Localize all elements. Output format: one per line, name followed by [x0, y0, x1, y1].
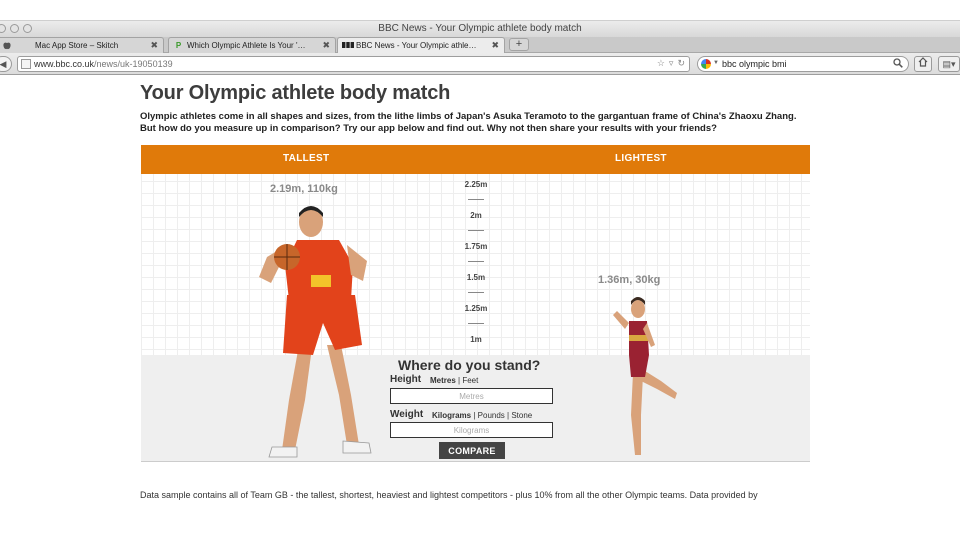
scale-tick-label: 2.25m — [464, 180, 488, 189]
lightest-label: LIGHTEST — [615, 153, 667, 164]
page-headline: Your Olympic athlete body match — [140, 82, 451, 104]
unit-kilograms[interactable]: Kilograms — [432, 411, 471, 420]
height-scale: 2.25m 2m 1.75m 1.5m 1.25m 1m — [451, 175, 501, 355]
home-button[interactable] — [914, 56, 932, 72]
weight-unit-options: Kilograms | Pounds | Stone — [432, 411, 532, 420]
history-dropdown-icon[interactable]: ▿ — [669, 58, 674, 68]
scale-tick-label: 1.75m — [464, 242, 488, 251]
page-intro: Olympic athletes come in all shapes and … — [140, 111, 797, 134]
unit-feet[interactable]: Feet — [462, 376, 478, 385]
scale-tick — [468, 199, 484, 200]
scale-tick — [468, 323, 484, 324]
scale-tick-label: 1m — [470, 335, 482, 344]
scale-tick-label: 2m — [470, 211, 482, 220]
bookmarks-menu-button[interactable]: ▤▾ — [938, 56, 960, 72]
page-content: Your Olympic athlete body match Olympic … — [0, 76, 960, 500]
panel-title: Where do you stand? — [398, 357, 541, 373]
close-tab-icon[interactable]: ✖ — [150, 40, 158, 51]
height-unit-options: Metres | Feet — [430, 376, 478, 385]
scale-tick-label: 1.5m — [466, 273, 486, 282]
search-bar[interactable]: ▼ bbc olympic bmi — [697, 56, 909, 72]
scale-tick — [468, 261, 484, 262]
unit-metres[interactable]: Metres — [430, 376, 456, 385]
reload-icon[interactable]: ↻ — [677, 58, 685, 68]
tab-bbc-news[interactable]: BBC News - Your Olympic athle… ✖ — [337, 37, 505, 53]
height-input[interactable] — [390, 388, 553, 404]
address-bar[interactable]: www.bbc.co.uk/news/uk-19050139 ☆ ▿ ↻ — [17, 56, 690, 72]
scale-tick-label: 1.25m — [464, 304, 488, 313]
search-input[interactable]: bbc olympic bmi — [722, 59, 787, 69]
apple-icon — [2, 41, 11, 50]
close-tab-icon[interactable]: ✖ — [322, 40, 330, 51]
app-header-bar: TALLEST LIGHTEST — [141, 145, 810, 174]
close-tab-icon[interactable]: ✖ — [491, 40, 499, 51]
url-host: www.bbc.co.uk — [34, 59, 95, 69]
bbc-favicon-icon — [342, 41, 354, 50]
tab-label: BBC News - Your Olympic athle… — [356, 41, 477, 50]
weight-input[interactable] — [390, 422, 553, 438]
navigation-toolbar: ◀ www.bbc.co.uk/news/uk-19050139 ☆ ▿ ↻ ▼ b… — [0, 53, 960, 75]
p-favicon-icon: P — [175, 41, 182, 50]
url-text: www.bbc.co.uk/news/uk-19050139 — [34, 59, 173, 69]
search-icon[interactable] — [893, 58, 903, 71]
url-path: /news/uk-19050139 — [94, 59, 173, 69]
back-button[interactable]: ◀ — [0, 56, 12, 72]
compare-button[interactable]: COMPARE — [439, 442, 505, 459]
lightest-athlete-image — [613, 297, 677, 455]
unit-stone[interactable]: Stone — [511, 411, 532, 420]
scale-tick — [468, 292, 484, 293]
window-titlebar: BBC News - Your Olympic athlete body mat… — [0, 20, 960, 37]
scale-tick — [468, 230, 484, 231]
body-match-app: TALLEST LIGHTEST 2.19m, 110kg 1.36m, 30k… — [141, 145, 810, 462]
google-icon[interactable] — [701, 59, 711, 69]
tab-label: Which Olympic Athlete Is Your '… — [187, 41, 306, 50]
bookmark-star-icon[interactable]: ☆ — [657, 58, 665, 68]
data-source-note: Data sample contains all of Team GB - th… — [140, 490, 758, 500]
engine-dropdown-icon[interactable]: ▼ — [713, 60, 719, 66]
new-tab-button[interactable]: + — [509, 38, 529, 51]
tallest-athlete-image — [259, 206, 372, 458]
tab-label: Mac App Store – Skitch — [35, 41, 119, 50]
tallest-label: TALLEST — [283, 153, 330, 164]
unit-pounds[interactable]: Pounds — [478, 411, 505, 420]
window-title: BBC News - Your Olympic athlete body mat… — [378, 23, 582, 34]
tallest-stat: 2.19m, 110kg — [270, 183, 338, 195]
tab-which-olympic-athlete[interactable]: P Which Olympic Athlete Is Your '… ✖ — [168, 37, 336, 53]
tab-bar: Mac App Store – Skitch ✖ P Which Olympic… — [0, 37, 960, 53]
site-identity-icon[interactable] — [21, 59, 31, 69]
tab-mac-app-store[interactable]: Mac App Store – Skitch ✖ — [0, 37, 164, 53]
